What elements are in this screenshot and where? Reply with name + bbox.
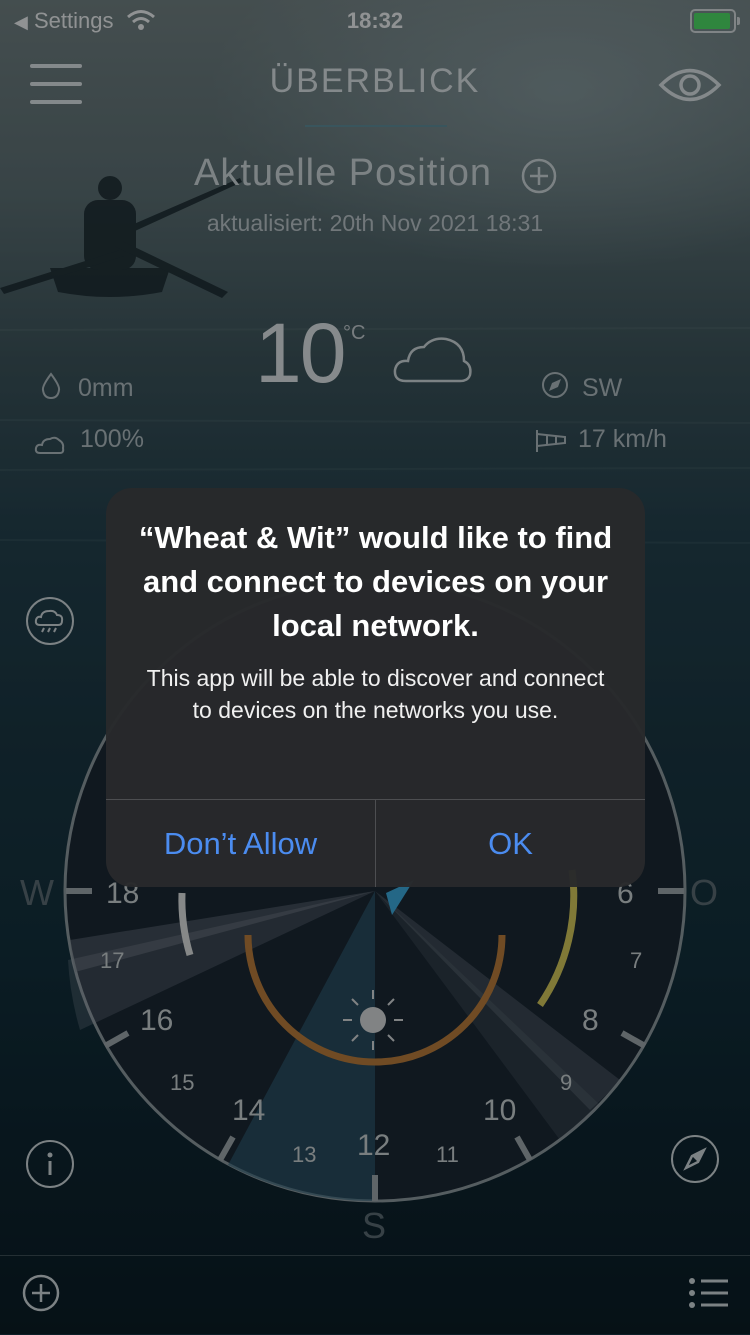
permission-alert: “Wheat & Wit” would like to find and con… <box>106 488 645 887</box>
ok-button[interactable]: OK <box>376 800 645 887</box>
dont-allow-button[interactable]: Don’t Allow <box>106 800 375 887</box>
alert-title: “Wheat & Wit” would like to find and con… <box>138 520 613 643</box>
alert-message: This app will be able to discover and co… <box>146 665 605 723</box>
